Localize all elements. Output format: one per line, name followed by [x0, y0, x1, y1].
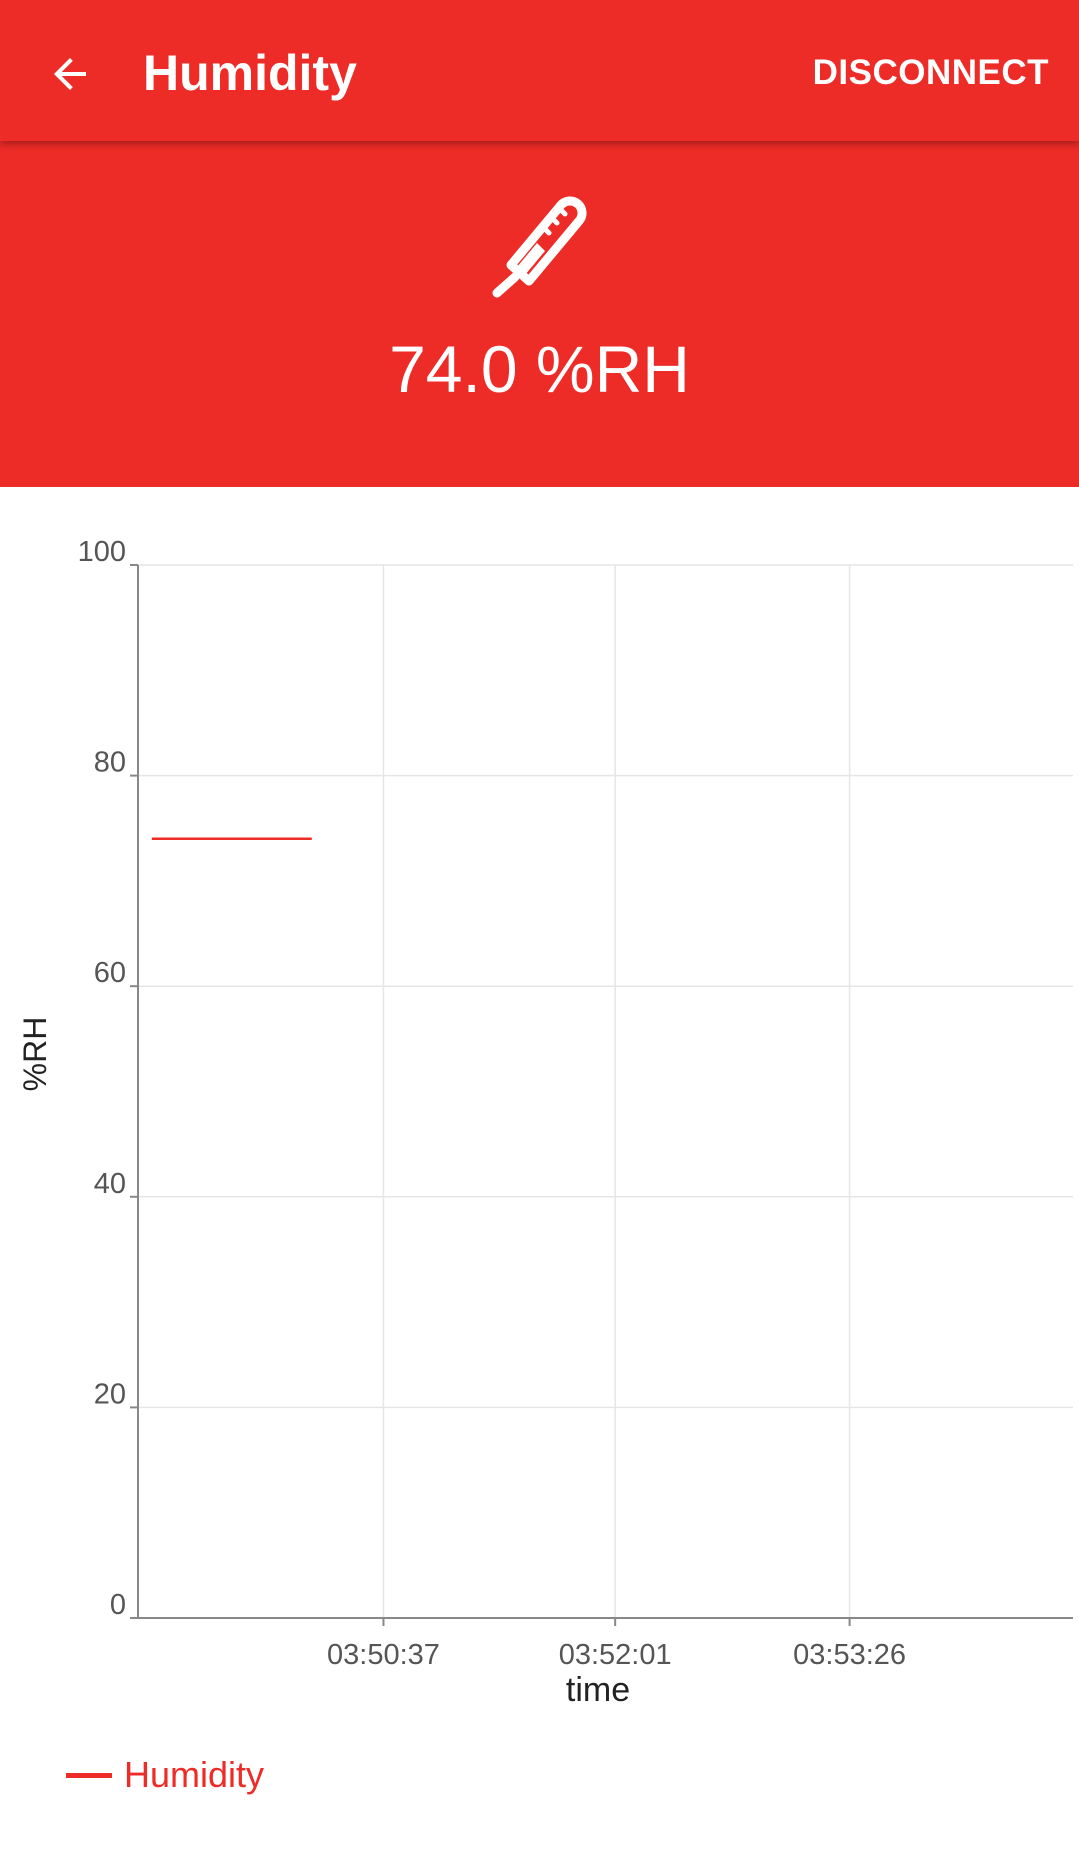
grid-lines [138, 564, 1073, 1618]
y-tick-label: 60 [94, 957, 126, 989]
app-bar: Humidity DISCONNECT [0, 0, 1079, 141]
x-tick-label: 03:52:01 [559, 1639, 672, 1671]
legend-label: Humidity [124, 1754, 265, 1795]
legend-swatch [66, 1772, 112, 1778]
disconnect-button[interactable]: DISCONNECT [813, 40, 1049, 106]
page-title: Humidity [143, 45, 357, 101]
reading-panel: 74.0 %RH [0, 141, 1079, 487]
y-tick-label: 0 [110, 1589, 126, 1621]
humidity-reading: 74.0 %RH [389, 332, 690, 406]
axes: 0 20 40 60 80 100 03:50:37 03:52:01 03:53:26 [78, 536, 1073, 1671]
y-tick-label: 20 [94, 1378, 126, 1410]
y-tick-label: 100 [78, 536, 126, 568]
y-axis-label: %RH [17, 1017, 53, 1092]
humidity-chart: 0 20 40 60 80 100 03:50:37 03:52:01 03:53:26 %RH… [0, 487, 1079, 1857]
thermometer-icon [492, 196, 587, 298]
back-button[interactable] [34, 38, 106, 110]
x-tick-label: 03:50:37 [327, 1639, 440, 1671]
y-tick-label: 80 [94, 747, 126, 779]
y-tick-label: 40 [94, 1168, 126, 1200]
chart-legend: Humidity [66, 1750, 264, 1800]
x-tick-label: 03:53:26 [793, 1639, 906, 1671]
chart-svg: 0 20 40 60 80 100 03:50:37 03:52:01 03:53:26 %RH… [17, 536, 1073, 1709]
arrow-left-icon [54, 58, 86, 90]
x-axis-label: time [566, 1671, 630, 1709]
